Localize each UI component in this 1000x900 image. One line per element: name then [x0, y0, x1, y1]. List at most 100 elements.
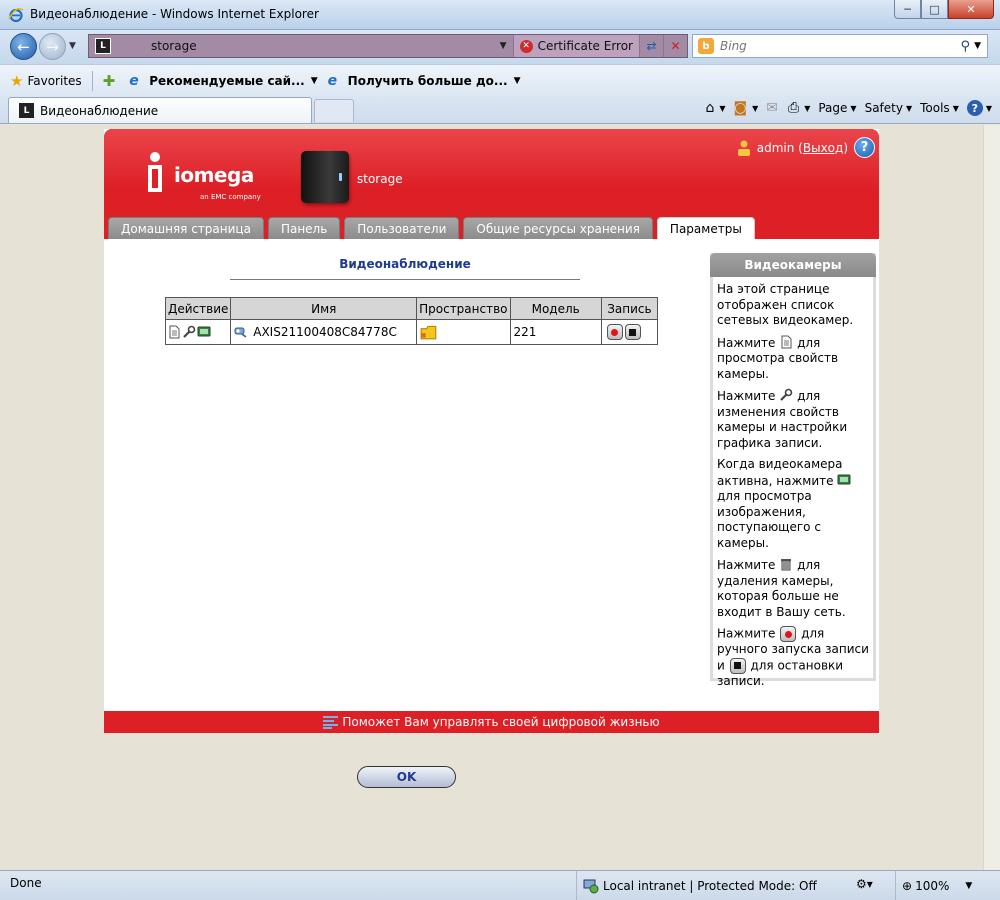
help-paragraph: Нажмите для просмотра свойств камеры. [717, 335, 839, 381]
window-titlebar: Видеонаблюдение - Windows Internet Explo… [0, 0, 1000, 30]
stop-icon: ✕ [670, 39, 681, 53]
sidebar-body: На этой странице отображен список сетевы… [713, 277, 873, 689]
page-title: Видеонаблюдение [339, 257, 471, 271]
site-favicon: L [95, 38, 111, 54]
status-bar: Done Local intranet | Protected Mode: Of… [0, 870, 1000, 900]
page-menu[interactable]: Page ▼ [818, 101, 856, 115]
minimize-button[interactable]: ─ [894, 0, 921, 19]
iomega-stripes-icon [323, 715, 339, 729]
sidebar-title: Видеокамеры [710, 253, 876, 277]
wrench-icon[interactable] [182, 325, 196, 339]
favorite-link-suggested-sites[interactable]: e Рекомендуемые сай... ▼ [129, 70, 317, 92]
logout-link[interactable]: Выход [803, 141, 843, 155]
internet-explorer-icon: e [129, 72, 139, 89]
internet-explorer-icon [8, 7, 24, 23]
browser-tab-active[interactable]: L Видеонаблюдение [8, 97, 312, 123]
main-nav-tabs: Домашняя страница Панель Пользователи Об… [108, 217, 759, 239]
recent-pages-dropdown[interactable]: ▼ [69, 41, 76, 51]
main-content: Видеонаблюдение Действие Имя Пространств… [104, 239, 704, 788]
record-cell [600, 319, 659, 345]
monitor-view-icon[interactable] [197, 325, 211, 339]
column-header-space: Пространство [416, 297, 511, 320]
page-header: iomega an EMC company storage admin (Вых… [104, 129, 879, 239]
chevron-down-icon: ▼ [965, 881, 973, 891]
separator [91, 70, 93, 91]
certificate-error-button[interactable]: ✕ Certificate Error [512, 35, 639, 57]
read-mail-button[interactable]: ✉ [766, 100, 780, 116]
home-button[interactable]: ⌂ ▼ [705, 100, 725, 116]
camera-name-cell: AXIS21100408C84778C [230, 319, 418, 345]
properties-document-icon [781, 335, 792, 348]
tab-shared-storage[interactable]: Общие ресурсы хранения [463, 217, 653, 239]
refresh-button[interactable]: ⇄ [639, 35, 663, 57]
address-bar[interactable]: L storage ▼ ✕ Certificate Error ⇄ ✕ [88, 34, 688, 58]
favorites-bar: ★ Favorites ✚ e Рекомендуемые сай... ▼ e… [0, 64, 1000, 96]
window-controls: ─ □ ✕ [894, 0, 994, 20]
command-bar: ⌂ ▼ ◙ ▼ ✉ ⎙ ▼ Page ▼ Safety ▼ Tools ▼ ? ▼ [697, 100, 992, 116]
start-recording-button[interactable] [606, 324, 623, 340]
stop-recording-button[interactable] [624, 324, 641, 340]
nas-device-image [301, 151, 349, 203]
address-input[interactable]: storage [151, 39, 500, 53]
model-cell: 221 [509, 319, 602, 345]
tab-dashboard[interactable]: Панель [267, 217, 341, 239]
brand-name: iomega [174, 163, 254, 187]
tab-settings[interactable]: Параметры [656, 217, 755, 239]
favorite-link-get-more-addons[interactable]: e Получить больше до... ▼ [328, 70, 521, 92]
add-favorite-star-icon: ✚ [102, 71, 116, 90]
arrow-right-icon: → [46, 37, 59, 56]
space-cell [416, 319, 511, 345]
username: admin [756, 140, 795, 155]
refresh-icon: ⇄ [646, 39, 657, 53]
new-tab-button[interactable] [314, 99, 354, 122]
security-zone[interactable]: Local intranet | Protected Mode: Off [576, 871, 817, 900]
vertical-scrollbar[interactable] [983, 125, 1000, 870]
bing-icon: b [698, 38, 714, 54]
network-camera-icon [234, 327, 247, 338]
search-icon[interactable]: ⚲ [961, 39, 971, 54]
iomega-logo: iomega an EMC company [144, 151, 264, 207]
folder-icon[interactable] [420, 323, 438, 341]
favorites-button[interactable]: ★ Favorites [10, 70, 82, 92]
close-window-button[interactable]: ✕ [948, 0, 994, 19]
trash-icon [781, 559, 792, 571]
browser-viewport: iomega an EMC company storage admin (Вых… [0, 125, 1000, 870]
column-header-name: Имя [230, 297, 418, 320]
iomega-page: iomega an EMC company storage admin (Вых… [104, 129, 879, 788]
help-paragraph: Нажмите для изменения свойств камеры и н… [717, 388, 848, 450]
stop-button[interactable]: ✕ [663, 35, 687, 57]
feeds-button[interactable]: ◙ ▼ [734, 100, 759, 116]
camera-name: AXIS21100408C84778C [253, 324, 397, 339]
help-menu[interactable]: ? ▼ [966, 100, 992, 116]
status-text: Done [10, 876, 42, 890]
address-dropdown-icon[interactable]: ▼ [500, 41, 507, 51]
tab-users[interactable]: Пользователи [344, 217, 460, 239]
tools-menu[interactable]: Tools ▼ [920, 101, 959, 115]
zoom-control[interactable]: ⊕ 100% ▼ [895, 871, 972, 900]
action-cell [164, 319, 232, 345]
help-button[interactable]: ? [854, 137, 875, 158]
print-button[interactable]: ⎙ ▼ [788, 100, 810, 116]
add-to-favorites-button[interactable]: ✚ [103, 70, 120, 92]
popup-settings-icon[interactable]: ⚙▾ [856, 877, 873, 891]
chevron-down-icon: ▼ [310, 75, 318, 86]
maximize-button[interactable]: □ [921, 0, 948, 19]
forward-button[interactable]: → [39, 33, 66, 60]
user-icon [737, 140, 750, 156]
column-header-record: Запись [600, 297, 659, 320]
navigation-bar: ← → ▼ L storage ▼ ✕ Certificate Error ⇄ … [0, 30, 1000, 64]
search-input[interactable] [720, 39, 961, 53]
help-paragraph: На этой странице отображен список сетевы… [717, 282, 854, 327]
ok-button[interactable]: OK [357, 766, 456, 788]
safety-menu[interactable]: Safety ▼ [865, 101, 913, 115]
properties-document-icon[interactable] [167, 325, 181, 339]
record-icon [780, 626, 797, 642]
search-options-dropdown[interactable]: ▼ [974, 41, 981, 51]
search-box[interactable]: b ⚲ ▼ [692, 34, 988, 58]
back-button[interactable]: ← [10, 33, 37, 60]
page-icon: e [327, 72, 338, 89]
divider [230, 279, 580, 280]
column-header-model: Модель [509, 297, 602, 320]
home-icon: ⌂ [705, 100, 715, 116]
tab-home[interactable]: Домашняя страница [108, 217, 264, 239]
